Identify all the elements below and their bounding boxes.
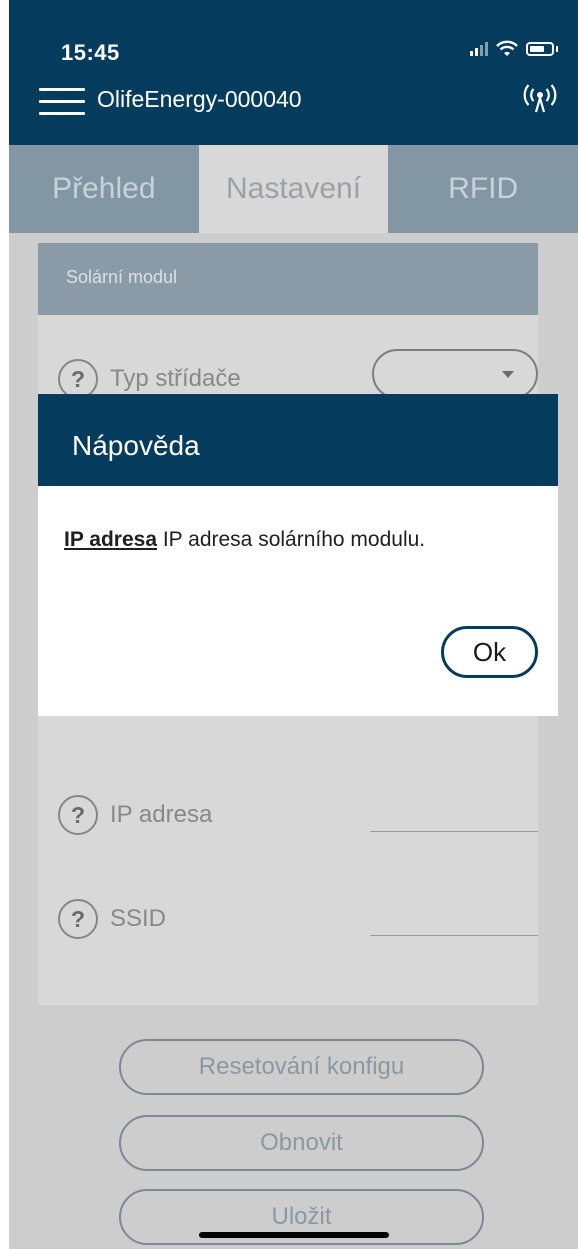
ip-address-row: ? IP adresa	[58, 795, 538, 835]
ip-address-input[interactable]	[370, 831, 538, 832]
dialog-message: IP adresa IP adresa solárního modulu.	[38, 486, 558, 552]
app-frame: 15:45 OlifeEnergy-000040 Přehled Nastave…	[9, 0, 578, 1249]
dialog-title: Nápověda	[38, 394, 558, 486]
settings-content: Solární modul ? Typ střídače ? IP adresa…	[9, 233, 578, 1249]
tab-overview[interactable]: Přehled	[9, 145, 199, 233]
wifi-icon	[496, 40, 518, 56]
battery-cap	[556, 46, 558, 52]
status-icons	[470, 40, 558, 58]
inverter-type-select[interactable]	[372, 349, 538, 399]
tab-settings[interactable]: Nastavení	[198, 145, 389, 233]
help-dialog: Nápověda IP adresa IP adresa solárního m…	[38, 394, 558, 716]
refresh-button[interactable]: Obnovit	[119, 1115, 484, 1171]
ssid-input[interactable]	[370, 935, 538, 936]
antenna-icon[interactable]	[522, 84, 558, 114]
tab-bar: Přehled Nastavení RFID	[9, 145, 578, 233]
ssid-row: ? SSID	[58, 899, 538, 939]
status-time: 15:45	[61, 40, 120, 65]
help-icon[interactable]: ?	[58, 899, 98, 939]
app-header: 15:45 OlifeEnergy-000040	[9, 0, 578, 145]
ok-button[interactable]: Ok	[441, 626, 538, 678]
home-indicator[interactable]	[199, 1232, 389, 1238]
cellular-signal-icon	[470, 42, 488, 56]
device-title: OlifeEnergy-000040	[97, 86, 302, 112]
inverter-type-row: ? Typ střídače	[58, 349, 538, 399]
inverter-type-label: Typ střídače	[110, 365, 241, 392]
ip-address-label: IP adresa	[110, 801, 213, 828]
reset-config-button[interactable]: Resetování konfigu	[119, 1039, 484, 1095]
help-icon[interactable]: ?	[58, 359, 98, 399]
dialog-keyword: IP adresa	[64, 528, 158, 551]
ssid-label: SSID	[110, 905, 167, 932]
hamburger-menu-icon[interactable]	[39, 88, 85, 118]
section-title: Solární modul	[38, 243, 538, 315]
tab-rfid[interactable]: RFID	[388, 145, 578, 233]
dialog-text: IP adresa solárního modulu.	[157, 528, 426, 551]
battery-icon	[526, 42, 554, 56]
help-icon[interactable]: ?	[58, 795, 98, 835]
